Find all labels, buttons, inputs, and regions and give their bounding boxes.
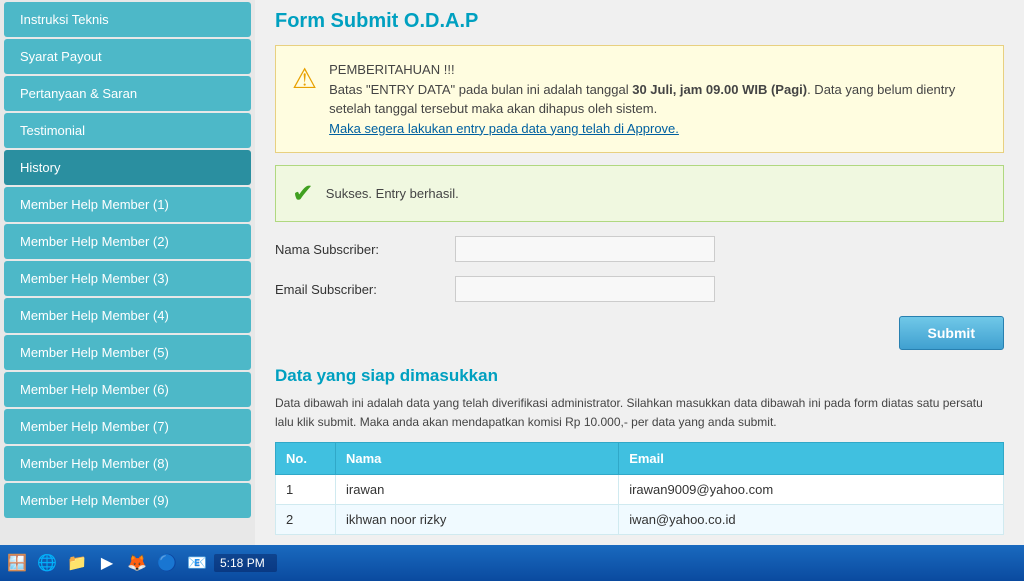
cell-email: iwan@yahoo.co.id	[619, 505, 1004, 535]
sidebar-item-member-help-4[interactable]: Member Help Member (4)	[4, 298, 251, 333]
notice-line1-prefix: Batas "ENTRY DATA" pada bulan ini adalah…	[329, 82, 632, 97]
sidebar-item-member-help-8[interactable]: Member Help Member (8)	[4, 446, 251, 481]
sidebar-item-history[interactable]: History	[4, 150, 251, 185]
sidebar-item-syarat-payout[interactable]: Syarat Payout	[4, 39, 251, 74]
sidebar-item-pertanyaan-saran[interactable]: Pertanyaan & Saran	[4, 76, 251, 111]
success-message: Sukses. Entry berhasil.	[326, 186, 459, 201]
sidebar-item-member-help-7[interactable]: Member Help Member (7)	[4, 409, 251, 444]
notice-link[interactable]: Maka segera lakukan entry pada data yang…	[329, 121, 679, 136]
start-icon[interactable]: 🪟	[4, 550, 30, 576]
cell-nama: ikhwan noor rizky	[336, 505, 619, 535]
col-no: No.	[276, 443, 336, 475]
table-header-row: No. Nama Email	[276, 443, 1004, 475]
sidebar-item-member-help-9[interactable]: Member Help Member (9)	[4, 483, 251, 518]
sidebar-item-member-help-3[interactable]: Member Help Member (3)	[4, 261, 251, 296]
sidebar-item-member-help-1[interactable]: Member Help Member (1)	[4, 187, 251, 222]
folder-icon[interactable]: 📁	[64, 550, 90, 576]
cell-email: irawan9009@yahoo.com	[619, 475, 1004, 505]
warning-icon: ⚠	[292, 62, 317, 95]
notice-title: PEMBERITAHUAN !!!	[329, 62, 454, 77]
email-label: Email Subscriber:	[275, 282, 455, 297]
content-area: Form Submit O.D.A.P ⚠ PEMBERITAHUAN !!! …	[255, 0, 1024, 545]
taskbar: 🪟 🌐 📁 ▶ 🦊 🔵 📧 5:18 PM	[0, 545, 1024, 581]
cell-no: 2	[276, 505, 336, 535]
col-email: Email	[619, 443, 1004, 475]
browser-icon[interactable]: 🦊	[124, 550, 150, 576]
success-box: ✔ Sukses. Entry berhasil.	[275, 165, 1004, 222]
page-title: Form Submit O.D.A.P	[275, 10, 1004, 33]
system-tray: 5:18 PM	[214, 554, 277, 572]
sidebar-item-member-help-2[interactable]: Member Help Member (2)	[4, 224, 251, 259]
notice-content: PEMBERITAHUAN !!! Batas "ENTRY DATA" pad…	[329, 60, 987, 138]
ie-icon[interactable]: 🌐	[34, 550, 60, 576]
app-icon-2[interactable]: 🔵	[154, 550, 180, 576]
nama-label: Nama Subscriber:	[275, 242, 455, 257]
clock: 5:18 PM	[220, 556, 271, 570]
media-icon[interactable]: ▶	[94, 550, 120, 576]
sidebar: Instruksi TeknisSyarat PayoutPertanyaan …	[0, 0, 255, 545]
check-icon: ✔	[292, 178, 314, 209]
notice-line1-bold: 30 Juli, jam 09.00 WIB (Pagi)	[632, 82, 807, 97]
nama-row: Nama Subscriber:	[275, 236, 1004, 262]
sidebar-item-member-help-6[interactable]: Member Help Member (6)	[4, 372, 251, 407]
data-description: Data dibawah ini adalah data yang telah …	[275, 394, 1004, 432]
submit-button[interactable]: Submit	[899, 316, 1004, 350]
sidebar-item-instruksi-teknis[interactable]: Instruksi Teknis	[4, 2, 251, 37]
cell-no: 1	[276, 475, 336, 505]
email-row: Email Subscriber:	[275, 276, 1004, 302]
data-section-title: Data yang siap dimasukkan	[275, 366, 1004, 386]
table-row: 2ikhwan noor rizkyiwan@yahoo.co.id	[276, 505, 1004, 535]
sidebar-item-testimonial[interactable]: Testimonial	[4, 113, 251, 148]
submit-row: Submit	[275, 316, 1004, 350]
data-table: No. Nama Email 1irawanirawan9009@yahoo.c…	[275, 442, 1004, 535]
col-nama: Nama	[336, 443, 619, 475]
sidebar-item-member-help-5[interactable]: Member Help Member (5)	[4, 335, 251, 370]
email-input[interactable]	[455, 276, 715, 302]
table-row: 1irawanirawan9009@yahoo.com	[276, 475, 1004, 505]
app-icon-3[interactable]: 📧	[184, 550, 210, 576]
cell-nama: irawan	[336, 475, 619, 505]
notice-box: ⚠ PEMBERITAHUAN !!! Batas "ENTRY DATA" p…	[275, 45, 1004, 153]
nama-input[interactable]	[455, 236, 715, 262]
